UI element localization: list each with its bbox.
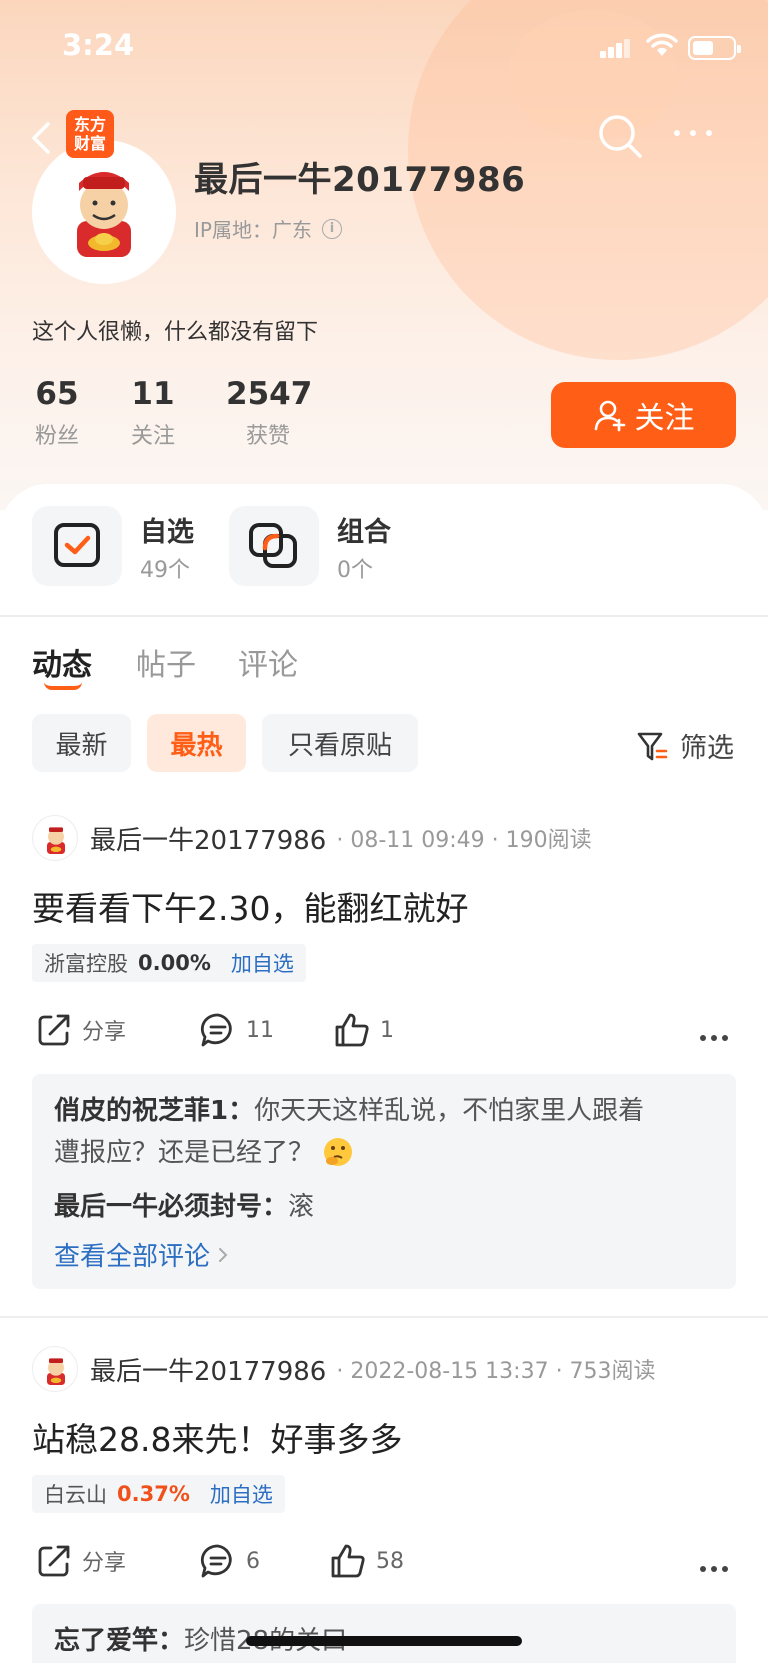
god-of-wealth-avatar-icon [35, 143, 173, 281]
stock-tag[interactable]: 浙富控股 0.00% 加自选 [32, 944, 306, 982]
thumbs-up-icon [331, 1544, 365, 1578]
home-indicator[interactable] [246, 1636, 522, 1646]
comment-line: 最后一牛必须封号：滚 [54, 1186, 714, 1228]
portfolio-icon [249, 523, 297, 568]
share-button[interactable]: 分享 [36, 1543, 126, 1579]
tab-posts[interactable]: 帖子 [136, 640, 196, 684]
comment-text: 滚 [288, 1192, 315, 1222]
chip-original-only[interactable]: 只看原贴 [262, 714, 418, 772]
eastmoney-badge: 东方 财富 [66, 110, 114, 158]
back-chevron-icon[interactable] [26, 118, 56, 158]
status-time: 3:24 [62, 28, 135, 62]
battery-icon [688, 36, 741, 60]
comment-preview[interactable]: 俏皮的祝芝菲1：你天天这样乱说，不怕家里人跟着 遭报应？还是已经了？ 最后一牛必… [32, 1074, 736, 1289]
quick-link-watchlist[interactable]: 自选 49个 [32, 506, 212, 586]
chip-latest[interactable]: 最新 [32, 714, 131, 772]
comment-button[interactable]: 6 [200, 1543, 260, 1579]
add-to-watchlist-link[interactable]: 加自选 [231, 948, 294, 978]
post-content[interactable]: 站稳28.8来先！好事多多 [32, 1413, 402, 1461]
comment-text: 你天天这样乱说，不怕家里人跟着 [254, 1096, 645, 1126]
comment-bubble-icon [200, 1544, 232, 1578]
tab-comments[interactable]: 评论 [238, 640, 298, 684]
post-actions: 分享 6 58 [32, 1539, 736, 1585]
stock-tag[interactable]: 白云山 0.37% 加自选 [32, 1475, 285, 1513]
stock-name: 浙富控股 [44, 952, 128, 976]
comment-button[interactable]: 11 [200, 1012, 274, 1048]
stock-change: 0.00% [138, 951, 211, 975]
status-bar: 3:24 [0, 0, 768, 90]
follow-button[interactable]: 关注 [551, 382, 736, 448]
post-header[interactable]: 最后一牛20177986 · 2022-08-15 13:37 · 753阅读 [32, 1346, 656, 1392]
post-author[interactable]: 最后一牛20177986 [90, 820, 326, 857]
search-icon[interactable] [596, 112, 646, 162]
comment-user[interactable]: 忘了爱竿： [54, 1626, 184, 1656]
profile-username: 最后一牛20177986 [194, 160, 526, 200]
filter-button[interactable]: 筛选 [636, 726, 734, 765]
comment-user[interactable]: 最后一牛必须封号： [54, 1192, 288, 1222]
add-user-icon [594, 400, 625, 432]
filter-funnel-icon [637, 732, 668, 760]
share-icon [38, 1545, 70, 1577]
post-divider [0, 1316, 768, 1318]
post-actions: 分享 11 1 [32, 1008, 736, 1054]
stat-likes: 2547 获赞 [226, 376, 313, 449]
ip-location: IP属地：广东 i [194, 214, 342, 243]
stock-change: 0.37% [117, 1482, 190, 1506]
watchlist-check-icon [54, 523, 100, 567]
god-of-wealth-avatar-icon [47, 1358, 65, 1385]
stock-name: 白云山 [44, 1483, 107, 1507]
avatar[interactable] [32, 140, 176, 284]
profile-bio: 这个人很懒，什么都没有留下 [32, 320, 319, 345]
post-meta: · 08-11 09:49 · 190阅读 [336, 828, 592, 853]
like-button[interactable]: 1 [334, 1012, 394, 1048]
comment-bubble-icon [200, 1013, 232, 1047]
more-options-icon[interactable] [672, 122, 716, 146]
post-header[interactable]: 最后一牛20177986 · 08-11 09:49 · 190阅读 [32, 815, 592, 861]
post-author[interactable]: 最后一牛20177986 [90, 1351, 326, 1388]
like-button[interactable]: 58 [330, 1543, 404, 1579]
wifi-icon [646, 33, 678, 56]
comment-user[interactable]: 俏皮的祝芝菲1： [54, 1096, 254, 1126]
post-more-icon[interactable] [695, 1557, 728, 1576]
stat-following[interactable]: 11 关注 [128, 376, 178, 450]
see-all-comments-link[interactable]: 查看全部评论 [54, 1236, 714, 1273]
tab-activity[interactable]: 动态 [32, 640, 92, 684]
share-button[interactable]: 分享 [36, 1012, 126, 1048]
quick-link-portfolio[interactable]: 组合 0个 [229, 506, 409, 586]
active-tab-indicator [44, 682, 82, 690]
god-of-wealth-avatar-icon [47, 827, 65, 854]
stat-fans[interactable]: 65 粉丝 [32, 376, 82, 450]
avatar[interactable] [32, 815, 78, 861]
thumbs-up-icon [335, 1013, 369, 1047]
info-icon[interactable]: i [321, 218, 342, 239]
section-divider [0, 615, 768, 617]
post-meta: · 2022-08-15 13:37 · 753阅读 [336, 1359, 656, 1384]
thinking-emoji-icon [324, 1138, 353, 1166]
comment-text: 遭报应？还是已经了？ [54, 1138, 315, 1168]
avatar[interactable] [32, 1346, 78, 1392]
cellular-signal-icon [600, 38, 630, 58]
comment-line: 俏皮的祝芝菲1：你天天这样乱说，不怕家里人跟着 遭报应？还是已经了？ [54, 1090, 714, 1174]
share-icon [38, 1014, 70, 1046]
post-more-icon[interactable] [695, 1026, 728, 1045]
ip-location-label: IP属地：广东 [194, 218, 312, 242]
add-to-watchlist-link[interactable]: 加自选 [210, 1479, 273, 1509]
chevron-right-icon [219, 1247, 228, 1262]
comment-preview[interactable]: 忘了爱竿：珍惜28的关口 [32, 1604, 736, 1663]
chip-hottest[interactable]: 最热 [147, 714, 246, 772]
post-content[interactable]: 要看看下午2.30，能翻红就好 [32, 882, 468, 930]
